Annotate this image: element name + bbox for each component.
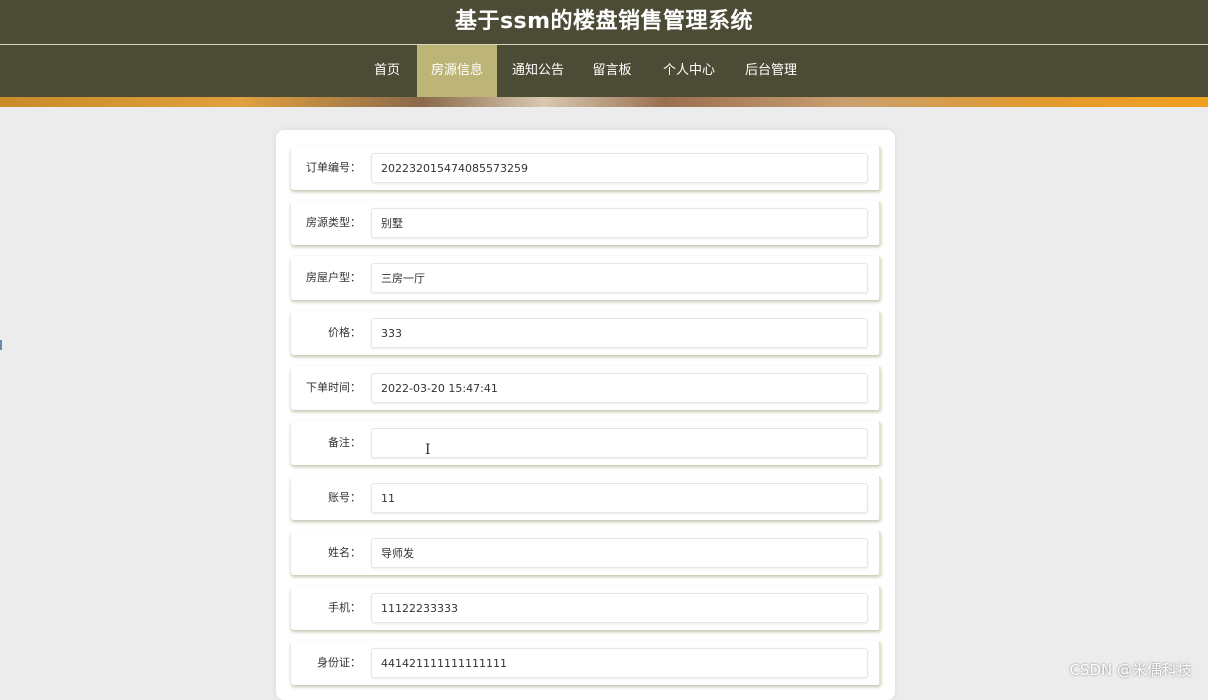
field-label: 账号： xyxy=(328,491,361,504)
field-phone: 手机： 11122233333 xyxy=(291,586,881,630)
order-detail-card: 订单编号： 202232015474085573259 房源类型： 别墅 房屋户… xyxy=(276,130,895,700)
main-nav: 首页 房源信息 通知公告 留言板 个人中心 后台管理 xyxy=(0,45,1208,97)
field-remarks: 备注： xyxy=(291,421,881,465)
field-price: 价格： 333 xyxy=(291,311,881,355)
field-label: 下单时间： xyxy=(306,381,361,394)
edge-marker xyxy=(0,340,2,350)
field-label: 手机： xyxy=(328,601,361,614)
nav-item-listings[interactable]: 房源信息 xyxy=(417,45,497,97)
order-number-input[interactable]: 202232015474085573259 xyxy=(371,153,868,183)
field-id-card: 身份证： 441421111111111111 xyxy=(291,641,881,685)
watermark: CSDN @米偶科技 xyxy=(1069,661,1192,679)
field-label: 房屋户型： xyxy=(306,271,361,284)
account-input[interactable]: 11 xyxy=(371,483,868,513)
price-input[interactable]: 333 xyxy=(371,318,868,348)
nav-item-notices[interactable]: 通知公告 xyxy=(503,45,573,97)
nav-item-personal-center[interactable]: 个人中心 xyxy=(652,45,726,97)
layout-input[interactable]: 三房一厅 xyxy=(371,263,868,293)
name-input[interactable]: 导师发 xyxy=(371,538,868,568)
field-label: 房源类型： xyxy=(306,216,361,229)
phone-input[interactable]: 11122233333 xyxy=(371,593,868,623)
nav-item-home[interactable]: 首页 xyxy=(363,45,411,97)
field-label: 价格： xyxy=(328,326,361,339)
site-title: 基于ssm的楼盘销售管理系统 xyxy=(454,9,754,34)
field-label: 姓名： xyxy=(328,546,361,559)
field-layout: 房屋户型： 三房一厅 xyxy=(291,256,881,300)
remarks-input[interactable] xyxy=(371,428,868,458)
property-type-input[interactable]: 别墅 xyxy=(371,208,868,238)
nav-item-admin[interactable]: 后台管理 xyxy=(734,45,808,97)
site-header: 基于ssm的楼盘销售管理系统 xyxy=(0,0,1208,45)
id-card-input[interactable]: 441421111111111111 xyxy=(371,648,868,678)
order-time-input[interactable]: 2022-03-20 15:47:41 xyxy=(371,373,868,403)
nav-item-message-board[interactable]: 留言板 xyxy=(580,45,644,97)
field-name: 姓名： 导师发 xyxy=(291,531,881,575)
field-label: 备注： xyxy=(328,436,361,449)
field-account: 账号： 11 xyxy=(291,476,881,520)
field-label: 订单编号： xyxy=(306,161,361,174)
field-property-type: 房源类型： 别墅 xyxy=(291,201,881,245)
field-order-time: 下单时间： 2022-03-20 15:47:41 xyxy=(291,366,881,410)
field-label: 身份证： xyxy=(317,656,361,669)
field-order-number: 订单编号： 202232015474085573259 xyxy=(291,146,881,190)
text-cursor-icon: I xyxy=(425,442,431,458)
banner-image-strip xyxy=(0,97,1208,107)
